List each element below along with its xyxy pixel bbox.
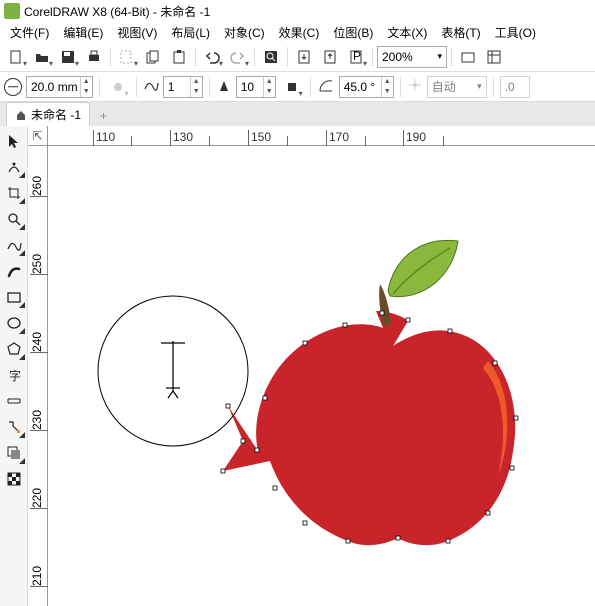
menu-bar: 文件(F) 编辑(E) 视图(V) 布局(L) 对象(C) 效果(C) 位图(B… (0, 22, 595, 42)
app-logo-icon (4, 3, 20, 19)
import-button[interactable] (292, 45, 316, 69)
shape-tool[interactable] (3, 156, 25, 178)
reduce-nodes-button[interactable] (106, 75, 130, 99)
menu-text[interactable]: 文本(X) (381, 22, 433, 43)
rectangle-tool[interactable] (3, 286, 25, 308)
menu-table[interactable]: 表格(T) (435, 22, 486, 43)
ellipse-tool[interactable] (3, 312, 25, 334)
open-button[interactable] (30, 45, 54, 69)
drop-shadow-tool[interactable] (3, 442, 25, 464)
svg-text:字: 字 (9, 368, 21, 383)
svg-text:P: P (353, 49, 361, 63)
last-input[interactable]: .0 (500, 76, 530, 98)
zoom-value: 200% (382, 50, 413, 64)
print-button[interactable] (82, 45, 106, 69)
apple-body (223, 311, 515, 545)
menu-tools[interactable]: 工具(O) (489, 22, 542, 43)
polygon-tool[interactable] (3, 338, 25, 360)
pick-tool[interactable] (3, 130, 25, 152)
separator (451, 47, 452, 67)
text-tool[interactable]: 字 (3, 364, 25, 386)
horizontal-ruler[interactable]: 110130150170190 (48, 126, 595, 146)
new-tab-button[interactable]: + (92, 106, 115, 126)
title-bar: CorelDRAW X8 (64-Bit) - 未命名 -1 (0, 0, 595, 22)
home-icon (15, 109, 27, 121)
property-bar: 20.0 mm▲▼ 1▲▼ 10▲▼ 45.0 °▲▼ 自动 .0 (0, 72, 595, 102)
window-title: CorelDRAW X8 (64-Bit) - 未命名 -1 (24, 3, 210, 20)
mode-select[interactable]: 自动 (427, 76, 487, 98)
separator (195, 47, 196, 67)
separator (287, 47, 288, 67)
nib-shape-button[interactable] (280, 75, 304, 99)
copy-button[interactable] (141, 45, 165, 69)
eraser-shape-icon[interactable] (4, 78, 22, 96)
separator (110, 47, 111, 67)
eraser-cursor-cross (161, 341, 185, 398)
publish-button[interactable]: P (344, 45, 368, 69)
artistic-media-tool[interactable] (3, 260, 25, 282)
canvas-area: ⇱ 110130150170190 260250240230220210 (28, 126, 595, 606)
separator (254, 47, 255, 67)
search-button[interactable] (259, 45, 283, 69)
fullscreen-button[interactable] (456, 45, 480, 69)
standard-toolbar: P 200% (0, 42, 595, 72)
separator (400, 77, 401, 97)
menu-edit[interactable]: 编辑(E) (57, 22, 109, 43)
snap-icon (407, 77, 423, 96)
separator (310, 77, 311, 97)
connector-tool[interactable] (3, 416, 25, 438)
separator (99, 77, 100, 97)
menu-object[interactable]: 对象(C) (218, 22, 271, 43)
separator (136, 77, 137, 97)
menu-file[interactable]: 文件(F) (4, 22, 55, 43)
stroke-input[interactable]: 1▲▼ (163, 76, 203, 98)
freehand-icon (143, 77, 159, 96)
eraser-size-input[interactable]: 20.0 mm▲▼ (26, 76, 93, 98)
angle-input[interactable]: 45.0 °▲▼ (339, 76, 394, 98)
nib-icon (216, 77, 232, 96)
vertical-ruler[interactable]: 260250240230220210 (28, 146, 48, 606)
nib-input[interactable]: 10▲▼ (236, 76, 276, 98)
crop-tool[interactable] (3, 182, 25, 204)
freehand-tool[interactable] (3, 234, 25, 256)
menu-effect[interactable]: 效果(C) (273, 22, 326, 43)
document-tab-bar: 未命名 -1 + (0, 102, 595, 126)
menu-layout[interactable]: 布局(L) (165, 22, 216, 43)
document-tab[interactable]: 未命名 -1 (6, 102, 90, 126)
cut-button[interactable] (115, 45, 139, 69)
export-button[interactable] (318, 45, 342, 69)
tab-label: 未命名 -1 (31, 106, 81, 123)
zoom-level-select[interactable]: 200% (377, 46, 447, 68)
toolbox: 字 (0, 126, 28, 606)
angle-icon (317, 76, 335, 97)
ruler-origin[interactable]: ⇱ (28, 126, 48, 146)
drawing-canvas[interactable] (48, 146, 595, 606)
separator (372, 47, 373, 67)
menu-bitmap[interactable]: 位图(B) (327, 22, 379, 43)
redo-button[interactable] (226, 45, 250, 69)
parallel-dim-tool[interactable] (3, 390, 25, 412)
undo-button[interactable] (200, 45, 224, 69)
paste-button[interactable] (167, 45, 191, 69)
artwork (48, 146, 595, 606)
transparency-tool[interactable] (3, 468, 25, 490)
menu-view[interactable]: 视图(V) (111, 22, 163, 43)
save-button[interactable] (56, 45, 80, 69)
separator (209, 77, 210, 97)
zoom-tool[interactable] (3, 208, 25, 230)
new-button[interactable] (4, 45, 28, 69)
workspace: 字 ⇱ 110130150170190 260250240230220210 (0, 126, 595, 606)
separator (493, 77, 494, 97)
show-rulers-button[interactable] (482, 45, 506, 69)
